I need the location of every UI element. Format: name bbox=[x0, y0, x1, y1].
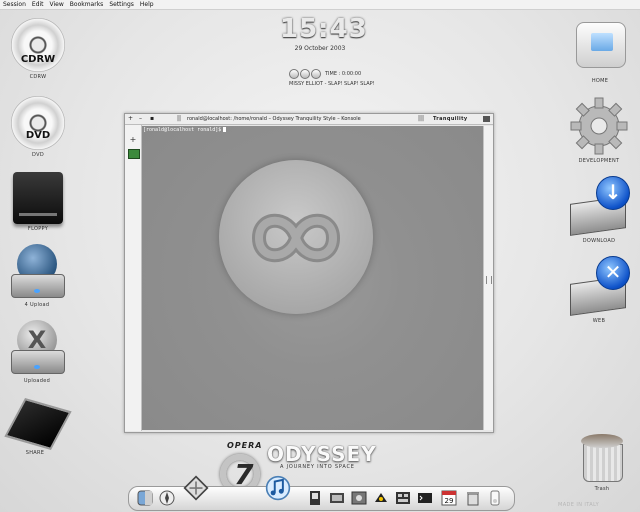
download-drive-icon: ↓ bbox=[568, 176, 630, 236]
desktop-icon-label: HOME bbox=[591, 78, 609, 84]
mail-icon[interactable] bbox=[183, 475, 209, 501]
window-menu-icon[interactable]: + bbox=[128, 114, 133, 124]
konsole-sidebar: + bbox=[125, 125, 142, 431]
desktop-icon-label: Trash bbox=[594, 486, 610, 492]
window-title: ronald@localhost: /home/ronald – Odyssey… bbox=[187, 116, 361, 122]
terminal-prompt: [ronald@localhost ronald]$ bbox=[143, 127, 227, 133]
gear-icon bbox=[569, 96, 629, 156]
desktop-icon-4-upload[interactable]: 4 Upload bbox=[8, 244, 66, 308]
desktop-icon-home[interactable]: HOME bbox=[568, 18, 632, 84]
share-drive-icon bbox=[4, 397, 72, 451]
odyssey-infinity-logo bbox=[219, 160, 373, 314]
trash-small-icon[interactable] bbox=[465, 490, 481, 506]
odyssey-wordmark: ODYSSEY bbox=[267, 442, 377, 466]
menu-session[interactable]: Session bbox=[0, 0, 29, 9]
konsole-window: + – ▪ || ronald@localhost: /home/ronald … bbox=[124, 113, 494, 433]
desktop-icon-download[interactable]: ↓ DOWNLOAD bbox=[566, 176, 632, 244]
desktop-icon-label: SHARE bbox=[25, 450, 45, 456]
desktop-icon-label: FLOPPY bbox=[27, 226, 49, 232]
play-icon[interactable] bbox=[300, 69, 310, 79]
theme-label: Tranquility bbox=[433, 116, 468, 122]
menu-edit[interactable]: Edit bbox=[29, 0, 47, 9]
odyssey-tagline: A JOURNEY INTO SPACE bbox=[280, 464, 355, 470]
menu-settings[interactable]: Settings bbox=[106, 0, 137, 9]
menu-view[interactable]: View bbox=[47, 0, 67, 9]
trash-icon bbox=[577, 424, 627, 484]
terminal-area[interactable]: [ronald@localhost ronald]$ bbox=[142, 126, 483, 430]
desktop-icon-cdrw[interactable]: CDRW CDRW bbox=[8, 18, 68, 80]
notes-icon[interactable] bbox=[307, 490, 323, 506]
terminal-icon[interactable] bbox=[417, 490, 433, 506]
menubar: Session Edit View Bookmarks Settings Hel… bbox=[0, 0, 640, 10]
desktop-icon-label: Uploaded bbox=[23, 378, 51, 384]
desktop-icon-uploaded[interactable]: Uploaded bbox=[8, 320, 66, 384]
desktop-clock: 15:43 29 October 2003 bbox=[280, 14, 368, 52]
session-tab-icon[interactable] bbox=[128, 149, 140, 159]
shade-icon[interactable]: ||| bbox=[418, 114, 424, 124]
desktop-icon-label: DEVELOPMENT bbox=[578, 158, 620, 164]
floppy-icon bbox=[13, 172, 63, 224]
gallery-icon[interactable] bbox=[395, 490, 411, 506]
next-icon[interactable] bbox=[311, 69, 321, 79]
clock-time: 15:43 bbox=[280, 14, 368, 44]
window-titlebar[interactable]: + – ▪ || ronald@localhost: /home/ronald … bbox=[125, 114, 493, 125]
dock: 29 bbox=[128, 475, 515, 511]
player-time: TIME : 0:00:00 bbox=[325, 71, 362, 77]
disc-label: DVD bbox=[25, 130, 51, 141]
calendar-day: 29 bbox=[445, 497, 454, 505]
film-icon[interactable] bbox=[329, 490, 345, 506]
desktop-icon-web[interactable]: ✕ WEB bbox=[566, 256, 632, 324]
sticky-icon[interactable]: || bbox=[177, 114, 181, 124]
prev-icon[interactable] bbox=[289, 69, 299, 79]
itunes-icon[interactable] bbox=[265, 475, 291, 501]
disc-label: CDRW bbox=[20, 54, 56, 65]
cdrw-disc-icon: CDRW bbox=[11, 18, 65, 72]
scrollbar[interactable] bbox=[483, 126, 493, 430]
image-icon[interactable] bbox=[373, 490, 389, 506]
macos-x-drive-icon bbox=[11, 320, 65, 376]
opera-wordmark: OPERA bbox=[227, 441, 263, 450]
prompt-text: [ronald@localhost ronald]$ bbox=[143, 127, 222, 133]
compass-icon[interactable] bbox=[159, 490, 175, 506]
desktop-icon-dvd[interactable]: DVD DVD bbox=[8, 96, 68, 158]
terminal-cursor bbox=[223, 127, 227, 132]
scrollbar-grip[interactable] bbox=[486, 276, 492, 284]
desktop-icon-label: DOWNLOAD bbox=[582, 238, 616, 244]
menu-help[interactable]: Help bbox=[137, 0, 157, 9]
desktop-icon-share[interactable]: SHARE bbox=[4, 397, 72, 456]
desktop-icon-trash[interactable]: Trash bbox=[574, 424, 630, 492]
desktop-icon-label: DVD bbox=[32, 152, 44, 158]
photos-icon[interactable] bbox=[351, 490, 367, 506]
music-player: TIME : 0:00:00 MISSY ELLIOT - SLAP! SLAP… bbox=[287, 69, 383, 89]
new-session-icon[interactable]: + bbox=[128, 135, 138, 145]
player-track: MISSY ELLIOT - SLAP! SLAP! SLAP! bbox=[289, 81, 375, 87]
watermark: MADE IN ITALY bbox=[558, 502, 600, 508]
calendar-icon[interactable]: 29 bbox=[441, 490, 457, 506]
imac-home-icon bbox=[570, 18, 630, 76]
desktop-icon-floppy[interactable]: FLOPPY bbox=[10, 172, 66, 232]
ipod-icon[interactable] bbox=[487, 490, 503, 506]
menu-bookmarks[interactable]: Bookmarks bbox=[67, 0, 107, 9]
dvd-disc-icon: DVD bbox=[11, 96, 65, 150]
minimize-icon[interactable]: – bbox=[139, 114, 142, 124]
maximize-icon[interactable]: ▪ bbox=[150, 114, 154, 124]
globe-drive-icon bbox=[11, 244, 65, 300]
close-icon[interactable] bbox=[483, 116, 490, 122]
desktop-icon-label: CDRW bbox=[29, 74, 47, 80]
clock-date: 29 October 2003 bbox=[294, 45, 346, 52]
web-drive-icon: ✕ bbox=[568, 256, 630, 316]
desktop-icon-development[interactable]: DEVELOPMENT bbox=[566, 96, 632, 164]
finder-icon[interactable] bbox=[137, 490, 153, 506]
desktop-icon-label: 4 Upload bbox=[24, 302, 50, 308]
desktop-icon-label: WEB bbox=[592, 318, 606, 324]
